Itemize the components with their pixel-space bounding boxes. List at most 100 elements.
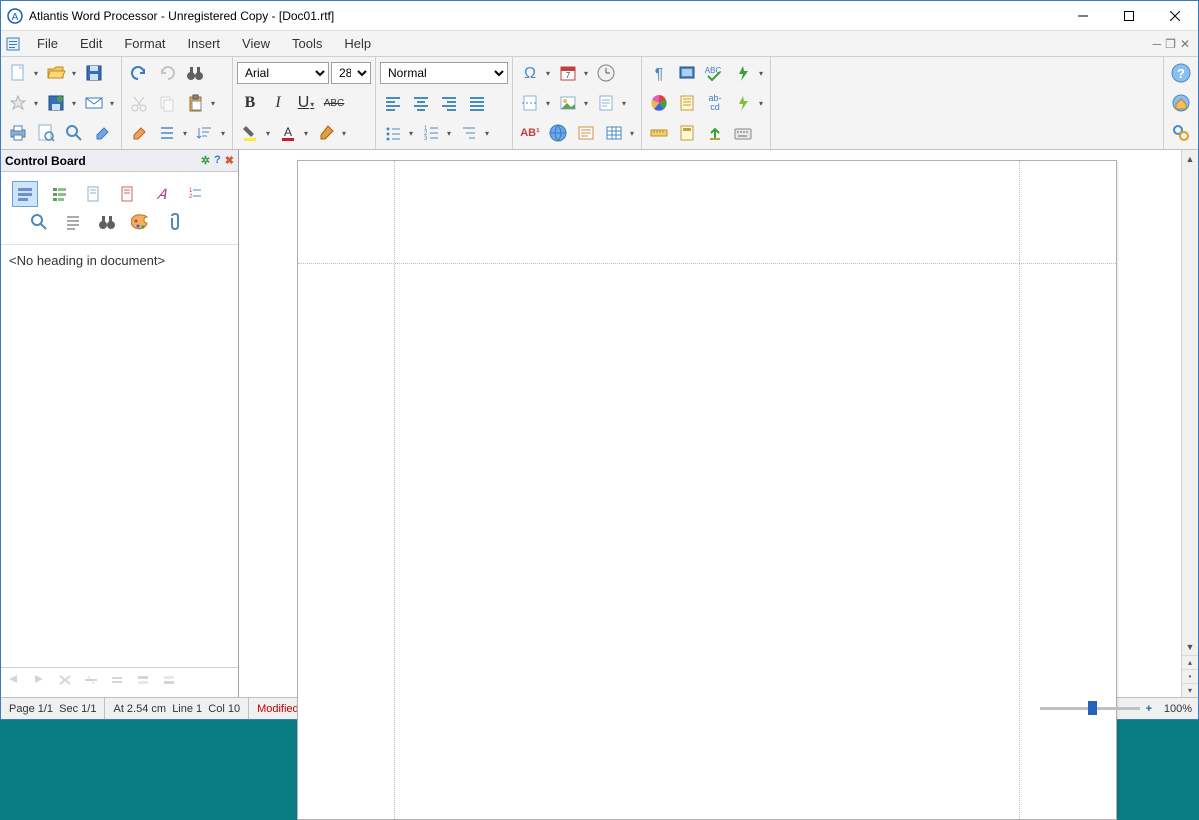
open-button[interactable]: ▾: [43, 60, 79, 86]
save-special-button[interactable]: ▾: [43, 90, 79, 116]
superscript-button[interactable]: AB¹: [517, 120, 543, 146]
style-combo[interactable]: Normal: [380, 62, 508, 84]
page-up-icon[interactable]: ▴: [1182, 655, 1198, 669]
strike-button[interactable]: ABC: [321, 90, 347, 116]
document-area[interactable]: ▲ ▼ ▴ • ▾: [239, 150, 1198, 697]
page-break-button[interactable]: ▾: [517, 90, 553, 116]
status-position[interactable]: At 2.54 cm Line 1 Col 10: [105, 698, 249, 719]
system-menu-icon[interactable]: [5, 36, 21, 52]
keyboard-button[interactable]: [730, 120, 756, 146]
bold-button[interactable]: B: [237, 90, 263, 116]
font-color-button[interactable]: A▾: [275, 120, 311, 146]
nav-prev-icon[interactable]: [5, 673, 25, 693]
insert-field-button[interactable]: ▾: [593, 90, 629, 116]
scroll-up-icon[interactable]: ▲: [1182, 150, 1198, 167]
insert-table-button[interactable]: ▾: [601, 120, 637, 146]
browse-object-icon[interactable]: •: [1182, 669, 1198, 683]
font-size-combo[interactable]: 28: [331, 62, 371, 84]
settings-button[interactable]: [1168, 120, 1194, 146]
underline-button[interactable]: U: [293, 90, 319, 116]
pilcrow-button[interactable]: ¶: [646, 60, 672, 86]
nav-sect1-icon[interactable]: [135, 673, 155, 693]
fullscreen-button[interactable]: [674, 60, 700, 86]
cb-lists-button[interactable]: 12: [183, 182, 207, 206]
ruler-button[interactable]: [646, 120, 672, 146]
nav-cut-icon[interactable]: [83, 673, 103, 693]
status-page[interactable]: Page 1/1 Sec 1/1: [1, 698, 105, 719]
time-button[interactable]: [593, 60, 619, 86]
cb-bookmarks-button[interactable]: [115, 182, 139, 206]
hyphenation-button[interactable]: ab- cd: [702, 90, 728, 116]
sort-button[interactable]: ▾: [192, 120, 228, 146]
menu-insert[interactable]: Insert: [180, 34, 229, 53]
insert-text-button[interactable]: [573, 120, 599, 146]
vertical-scrollbar[interactable]: ▲ ▼ ▴ • ▾: [1181, 150, 1198, 697]
find-button[interactable]: [61, 120, 87, 146]
paste-button[interactable]: ▾: [182, 90, 218, 116]
line-spacing-button[interactable]: ▾: [154, 120, 190, 146]
upload-button[interactable]: [702, 120, 728, 146]
preview-button[interactable]: [33, 120, 59, 146]
bullet-list-button[interactable]: ▾: [380, 120, 416, 146]
redo-button[interactable]: [154, 60, 180, 86]
new-doc-button[interactable]: ▾: [5, 60, 41, 86]
panel-close-icon[interactable]: ✖: [225, 154, 234, 167]
panel-help-icon[interactable]: ?: [214, 154, 221, 167]
copy-button[interactable]: [154, 90, 180, 116]
lightning-button[interactable]: ▾: [730, 90, 766, 116]
menu-edit[interactable]: Edit: [72, 34, 110, 53]
email-button[interactable]: ▾: [81, 90, 117, 116]
cb-find-button[interactable]: [27, 210, 51, 234]
hyperlink-button[interactable]: [545, 120, 571, 146]
zoom-slider[interactable]: [1040, 707, 1140, 710]
multilevel-list-button[interactable]: ▾: [456, 120, 492, 146]
mdi-close-icon[interactable]: ✕: [1180, 37, 1190, 51]
color-wheel-button[interactable]: [646, 90, 672, 116]
zoom-value[interactable]: 100%: [1158, 703, 1192, 715]
menu-view[interactable]: View: [234, 34, 278, 53]
cb-sections-button[interactable]: [47, 182, 71, 206]
maximize-button[interactable]: [1106, 1, 1152, 30]
cut-button[interactable]: [126, 90, 152, 116]
menu-file[interactable]: File: [29, 34, 66, 53]
italic-button[interactable]: I: [265, 90, 291, 116]
home-button[interactable]: [1168, 90, 1194, 116]
print-button[interactable]: [5, 120, 31, 146]
date-button[interactable]: 7▾: [555, 60, 591, 86]
menu-tools[interactable]: Tools: [284, 34, 330, 53]
menu-help[interactable]: Help: [336, 34, 379, 53]
minimize-button[interactable]: [1060, 1, 1106, 30]
save-button[interactable]: [81, 60, 107, 86]
cb-palette-button[interactable]: [129, 210, 153, 234]
zoom-thumb[interactable]: [1088, 701, 1097, 715]
mdi-minimize-icon[interactable]: ─: [1153, 37, 1162, 51]
autocorrect-button[interactable]: ▾: [730, 60, 766, 86]
align-center-button[interactable]: [408, 90, 434, 116]
number-list-button[interactable]: 123▾: [418, 120, 454, 146]
page-down-icon[interactable]: ▾: [1182, 683, 1198, 697]
cb-pages-button[interactable]: [81, 182, 105, 206]
cb-headings-button[interactable]: [13, 182, 37, 206]
tab-stops-button[interactable]: [674, 120, 700, 146]
cb-lines-button[interactable]: [61, 210, 85, 234]
nav-del-icon[interactable]: [57, 673, 77, 693]
align-left-button[interactable]: [380, 90, 406, 116]
cb-clip-button[interactable]: [163, 210, 187, 234]
panel-gear-icon[interactable]: ✲: [201, 154, 210, 167]
highlight-button[interactable]: ▾: [237, 120, 273, 146]
nav-sect2-icon[interactable]: [161, 673, 181, 693]
scroll-track[interactable]: [1182, 167, 1198, 638]
align-justify-button[interactable]: [464, 90, 490, 116]
nav-up-icon[interactable]: [109, 673, 129, 693]
symbol-button[interactable]: Ω▾: [517, 60, 553, 86]
mdi-restore-icon[interactable]: ❐: [1165, 37, 1176, 51]
document-map-button[interactable]: [674, 90, 700, 116]
align-right-button[interactable]: [436, 90, 462, 116]
favorites-button[interactable]: ▾: [5, 90, 41, 116]
erase-button[interactable]: [89, 120, 115, 146]
help-button[interactable]: ?: [1168, 60, 1194, 86]
zoom-in-button[interactable]: +: [1146, 703, 1152, 715]
undo-button[interactable]: [126, 60, 152, 86]
menu-format[interactable]: Format: [116, 34, 173, 53]
spellcheck-button[interactable]: ABC: [702, 60, 728, 86]
